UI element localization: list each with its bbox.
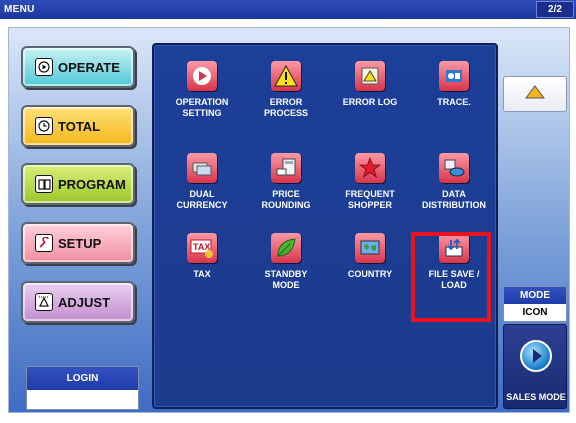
tile-label: TRACE. xyxy=(437,97,471,107)
function-panel: OPERATION SETTING ERROR PROCESS ERROR LO… xyxy=(152,43,498,409)
setup-button[interactable]: SETUP xyxy=(21,222,135,264)
tile-label: ERROR LOG xyxy=(342,97,398,107)
tile-tax[interactable]: TAX TAX xyxy=(162,229,242,301)
wrench-icon xyxy=(35,234,53,252)
clock-icon xyxy=(35,117,53,135)
tile-error-process[interactable]: ERROR PROCESS xyxy=(246,57,326,129)
tile-label: FILE SAVE / LOAD xyxy=(428,269,480,290)
sales-mode-label: SALES MODE xyxy=(506,392,566,402)
currency-icon xyxy=(187,153,217,183)
tile-country[interactable]: COUNTRY xyxy=(330,229,410,301)
operate-button[interactable]: OPERATE xyxy=(21,46,135,88)
tile-label: STANDBY MODE xyxy=(264,269,308,290)
tile-operation-setting[interactable]: OPERATION SETTING xyxy=(162,57,242,129)
data-distribution-icon xyxy=(439,153,469,183)
tile-error-log[interactable]: ERROR LOG xyxy=(330,57,410,129)
tile-label: PRICE ROUNDING xyxy=(261,189,311,210)
mode-label: MODE xyxy=(504,287,566,304)
program-label: PROGRAM xyxy=(58,176,126,192)
tile-standby-mode[interactable]: STANDBY MODE xyxy=(246,229,326,301)
tax-icon: TAX xyxy=(187,233,217,263)
page-indicator: 2/2 xyxy=(536,1,574,18)
tile-frequent-shopper[interactable]: FREQUENT SHOPPER xyxy=(330,149,410,221)
total-label: TOTAL xyxy=(58,118,101,134)
mode-panel[interactable]: MODE ICON xyxy=(503,286,567,322)
tile-data-distribution[interactable]: DATA DISTRIBUTION xyxy=(414,149,494,221)
tile-file-save-load[interactable]: FILE SAVE / LOAD xyxy=(414,229,494,301)
tile-label: TAX xyxy=(193,269,211,279)
star-icon xyxy=(355,153,385,183)
play-icon xyxy=(35,58,53,76)
book-icon xyxy=(35,175,53,193)
tile-dual-currency[interactable]: DUAL CURRENCY xyxy=(162,149,242,221)
tile-label: FREQUENT SHOPPER xyxy=(345,189,395,210)
warning-icon xyxy=(271,61,301,91)
window-title: MENU xyxy=(4,4,35,15)
leaf-icon xyxy=(271,233,301,263)
login-box[interactable]: LOGIN xyxy=(26,366,139,410)
triangle-up-icon xyxy=(524,84,546,105)
mode-value: ICON xyxy=(522,307,548,318)
error-log-icon xyxy=(355,61,385,91)
tile-price-rounding[interactable]: PRICE ROUNDING xyxy=(246,149,326,221)
program-button[interactable]: PROGRAM xyxy=(21,163,135,205)
tile-trace[interactable]: TRACE. xyxy=(414,57,494,129)
adjust-button[interactable]: ADJUST xyxy=(21,281,135,323)
adjust-icon xyxy=(35,293,53,311)
file-save-load-icon xyxy=(439,233,469,263)
login-label: LOGIN xyxy=(27,367,138,390)
tile-label: DUAL CURRENCY xyxy=(176,189,228,210)
tile-label: OPERATION SETTING xyxy=(175,97,229,118)
total-button[interactable]: TOTAL xyxy=(21,105,135,147)
country-map-icon xyxy=(355,233,385,263)
trace-icon xyxy=(439,61,469,91)
operate-label: OPERATE xyxy=(58,59,120,75)
sales-mode-icon xyxy=(520,340,552,372)
operation-setting-icon xyxy=(187,61,217,91)
setup-label: SETUP xyxy=(58,235,102,251)
tile-label: DATA DISTRIBUTION xyxy=(422,189,486,210)
tile-label: COUNTRY xyxy=(347,269,393,279)
adjust-label: ADJUST xyxy=(58,294,111,310)
sales-mode-button[interactable]: SALES MODE xyxy=(503,324,567,409)
page-up-button[interactable] xyxy=(503,76,567,112)
title-bar: MENU 2/2 xyxy=(0,0,576,19)
tile-label: ERROR PROCESS xyxy=(263,97,308,118)
calculator-icon xyxy=(271,153,301,183)
